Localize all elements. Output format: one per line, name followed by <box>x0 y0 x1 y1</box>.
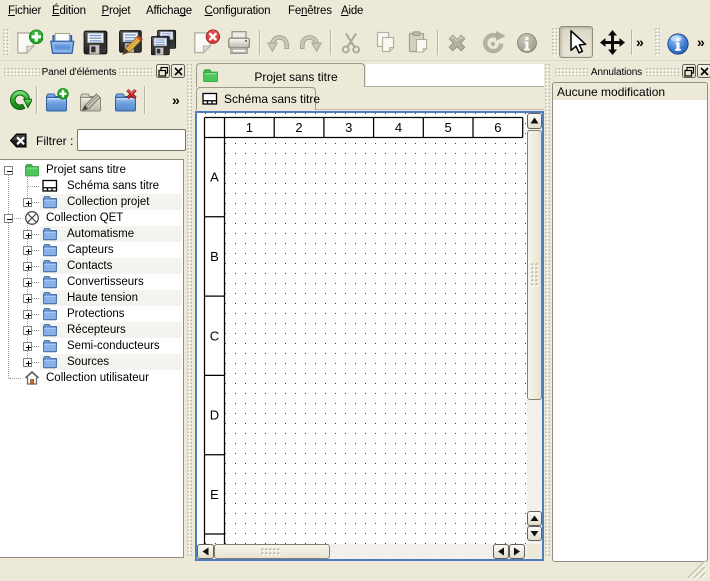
svg-text:3: 3 <box>345 120 352 135</box>
svg-text:E: E <box>210 487 219 502</box>
svg-text:6: 6 <box>494 120 501 135</box>
svg-text:A: A <box>210 170 219 185</box>
svg-text:D: D <box>210 408 219 423</box>
svg-text:4: 4 <box>395 120 402 135</box>
svg-text:C: C <box>210 328 219 343</box>
svg-text:1: 1 <box>246 120 253 135</box>
svg-text:B: B <box>210 249 219 264</box>
svg-text:5: 5 <box>445 120 452 135</box>
svg-text:2: 2 <box>295 120 302 135</box>
